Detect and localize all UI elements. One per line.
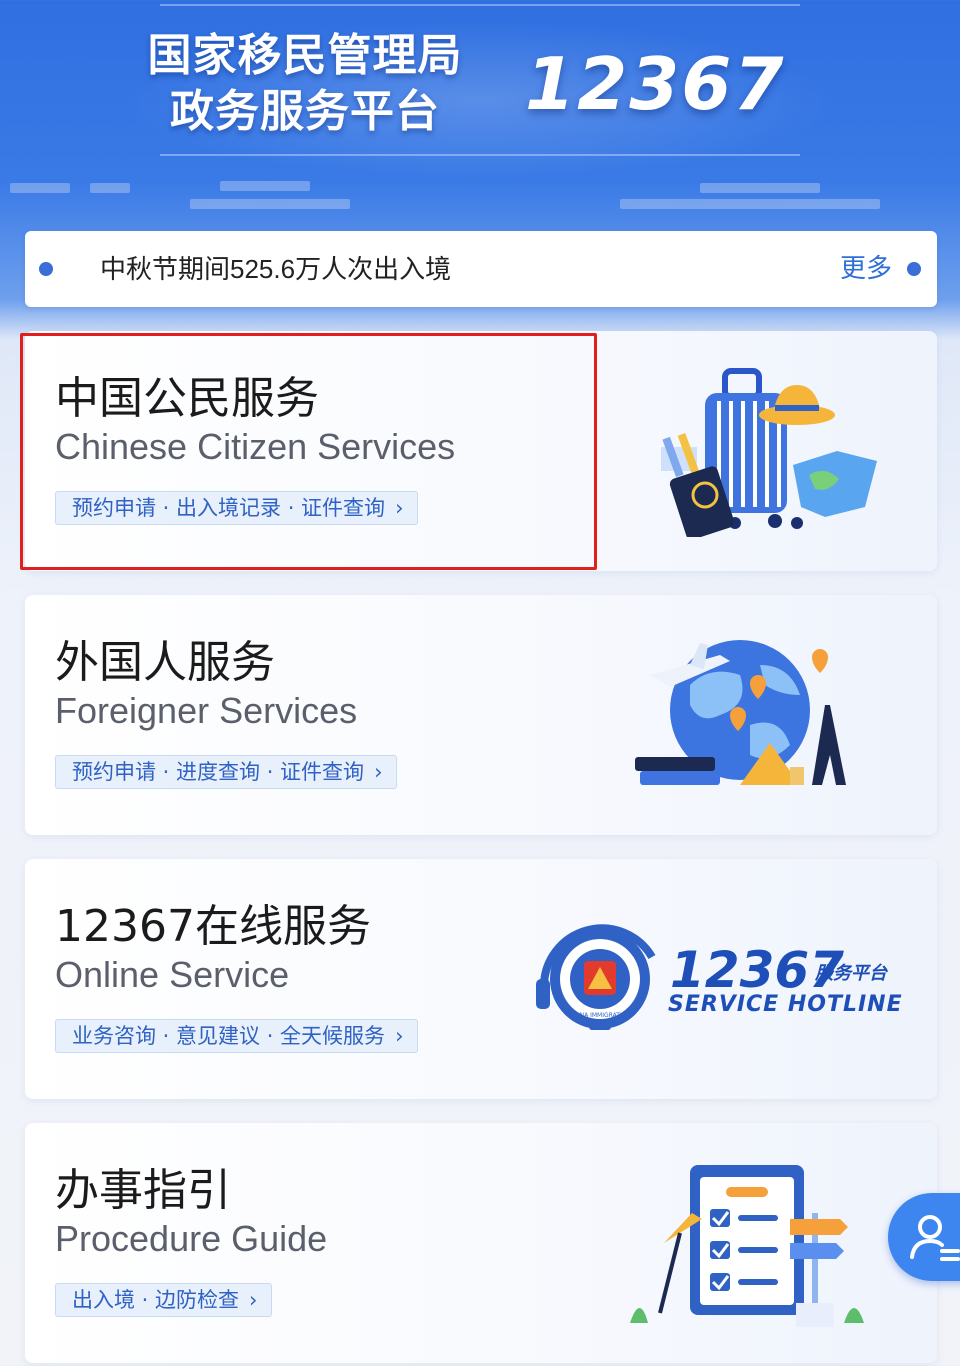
notice-bar[interactable]: 中秋节期间525.6万人次出入境 更多: [25, 231, 937, 307]
card-links-text: 预约申请 · 进度查询 · 证件查询: [72, 760, 365, 784]
platform-title-line1: 国家移民管理局: [147, 30, 463, 81]
platform-title: 国家移民管理局 政务服务平台: [145, 28, 465, 140]
card-online-service[interactable]: 12367在线服务 Online Service 业务咨询 · 意见建议 · 全…: [25, 859, 937, 1099]
card-links-pill[interactable]: 预约申请 · 进度查询 · 证件查询 ›: [55, 755, 398, 789]
online-hotline-cn-label: 服务平台: [815, 963, 887, 984]
chevron-right-icon: ›: [249, 1288, 258, 1312]
card-links-pill[interactable]: 业务咨询 · 意见建议 · 全天候服务 ›: [55, 1019, 419, 1053]
platform-title-line2: 政务服务平台: [170, 86, 440, 137]
chevron-right-icon: ›: [395, 1024, 404, 1048]
card-links-pill[interactable]: 出入境 · 边防检查 ›: [55, 1283, 273, 1317]
notice-text[interactable]: 中秋节期间525.6万人次出入境: [100, 251, 451, 287]
emblem-text: CHINA IMMIGRATION: [569, 1012, 631, 1019]
checklist-signpost-icon: [630, 1165, 864, 1327]
luggage-passport-icon: [661, 368, 877, 537]
chevron-right-icon: ›: [374, 760, 383, 784]
notice-left-dot: [39, 262, 53, 276]
card-title-en: Online Service: [55, 954, 290, 995]
selection-highlight: [20, 333, 597, 570]
card-links-text: 出入境 · 边防检查: [72, 1288, 240, 1312]
card-title-en: Foreigner Services: [55, 690, 358, 731]
card-foreigner-services[interactable]: 外国人服务 Foreigner Services 预约申请 · 进度查询 · 证…: [25, 595, 937, 835]
card-title-cn: 12367在线服务: [55, 901, 371, 952]
notice-more-link[interactable]: 更多: [840, 251, 892, 287]
notice-right-dot: [907, 262, 921, 276]
globe-airplane-icon: [635, 640, 846, 785]
hero-decoration: [0, 175, 960, 225]
user-service-icon: [910, 1215, 960, 1261]
card-title-cn: 外国人服务: [55, 637, 275, 688]
card-title-en: Procedure Guide: [55, 1218, 328, 1259]
card-procedure-guide[interactable]: 办事指引 Procedure Guide 出入境 · 边防检查 ›: [25, 1123, 937, 1363]
hero-bottom-line: [160, 154, 800, 156]
card-title-cn: 办事指引: [55, 1165, 231, 1216]
card-links-text: 业务咨询 · 意见建议 · 全天候服务: [72, 1024, 386, 1048]
online-hotline-en-label: SERVICE HOTLINE: [668, 992, 903, 1017]
hero-top-line: [160, 4, 800, 6]
hotline-number: 12367: [525, 42, 786, 126]
